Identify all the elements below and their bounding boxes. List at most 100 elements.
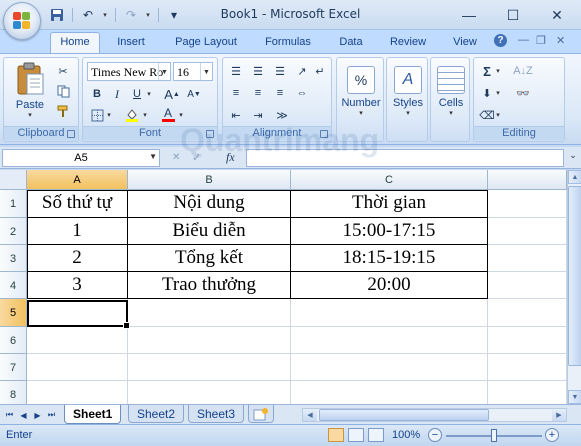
font-color-dropdown[interactable]: ▾: [177, 106, 185, 124]
horizontal-scrollbar[interactable]: ◀ ▶: [302, 408, 567, 422]
tab-home[interactable]: Home: [50, 32, 100, 54]
cell-b6[interactable]: [128, 327, 291, 354]
column-header-b[interactable]: B: [128, 170, 291, 190]
tab-data[interactable]: Data: [332, 33, 370, 53]
office-button[interactable]: [3, 2, 41, 40]
row-header-5[interactable]: 5: [0, 299, 27, 327]
select-all-button[interactable]: [0, 170, 27, 190]
formula-input[interactable]: [246, 149, 564, 167]
styles-button[interactable]: A Styles ▾: [388, 66, 428, 117]
align-center-button[interactable]: ≡: [249, 84, 267, 102]
cell-a7[interactable]: [27, 354, 128, 381]
cell-d1[interactable]: [488, 190, 567, 218]
cell-a3[interactable]: 2: [27, 245, 128, 272]
cell-a8[interactable]: [27, 381, 128, 404]
font-dialog-launcher[interactable]: [206, 130, 214, 138]
cell-c6[interactable]: [291, 327, 488, 354]
zoom-in-button[interactable]: +: [545, 428, 559, 442]
confirm-entry-button[interactable]: ✓: [192, 151, 201, 164]
scroll-left-button[interactable]: ◀: [303, 409, 317, 421]
page-layout-view-button[interactable]: [348, 428, 364, 442]
underline-button[interactable]: U: [128, 85, 146, 103]
clipboard-dialog-launcher[interactable]: [67, 130, 75, 138]
merge-center-button[interactable]: ⇔: [293, 84, 311, 102]
column-header-c[interactable]: C: [291, 170, 488, 190]
cell-a1[interactable]: Số thứ tự: [27, 190, 128, 218]
sort-filter-button[interactable]: A↓Z: [510, 62, 536, 80]
cell-b2[interactable]: Biểu diễn: [128, 218, 291, 245]
vertical-scroll-thumb[interactable]: [568, 186, 581, 366]
orientation-button[interactable]: ↗: [293, 62, 311, 80]
tab-review[interactable]: Review: [382, 33, 434, 53]
tab-formulas[interactable]: Formulas: [256, 33, 320, 53]
cell-d4[interactable]: [488, 272, 567, 299]
cell-d3[interactable]: [488, 245, 567, 272]
cell-b4[interactable]: Trao thưởng: [128, 272, 291, 299]
ribbon-minimize-button[interactable]: —: [518, 34, 529, 46]
prev-sheet-button[interactable]: ◀: [18, 409, 29, 421]
scroll-down-button[interactable]: ▼: [568, 390, 581, 404]
column-header-a[interactable]: A: [27, 170, 128, 190]
page-break-view-button[interactable]: [368, 428, 384, 442]
cell-b1[interactable]: Nội dung: [128, 190, 291, 218]
row-header-7[interactable]: 7: [0, 354, 27, 381]
align-bottom-button[interactable]: ☰: [271, 62, 289, 80]
cancel-entry-button[interactable]: ✕: [172, 152, 180, 163]
cell-b5[interactable]: [128, 299, 291, 327]
paste-button[interactable]: Paste ▾: [10, 62, 50, 119]
fill-color-button[interactable]: [123, 106, 141, 124]
cell-c1[interactable]: Thời gian: [291, 190, 488, 218]
cells-button[interactable]: Cells ▾: [432, 66, 470, 117]
cell-a4[interactable]: 3: [27, 272, 128, 299]
column-header-d[interactable]: [488, 170, 567, 190]
italic-button[interactable]: I: [108, 85, 126, 103]
scroll-up-button[interactable]: ▲: [568, 170, 581, 184]
cell-d8[interactable]: [488, 381, 567, 404]
font-size-combo[interactable]: 16 ▼: [173, 62, 213, 81]
close-button[interactable]: ✕: [535, 0, 579, 30]
cut-button[interactable]: ✂: [54, 62, 72, 80]
align-middle-button[interactable]: ☰: [249, 62, 267, 80]
cell-d6[interactable]: [488, 327, 567, 354]
cell-a6[interactable]: [27, 327, 128, 354]
shrink-font-button[interactable]: A ▼: [185, 85, 203, 103]
fill-color-dropdown[interactable]: ▾: [141, 106, 149, 124]
wrap-text-button[interactable]: ↵: [311, 62, 329, 80]
tab-insert[interactable]: Insert: [108, 33, 154, 53]
cell-d2[interactable]: [488, 218, 567, 245]
text-direction-button[interactable]: ≫: [273, 106, 291, 124]
ribbon-restore-button[interactable]: ❐: [536, 34, 546, 47]
find-select-button[interactable]: 👓: [510, 84, 536, 102]
sheet-tab-2[interactable]: Sheet2: [128, 405, 185, 423]
sheet-tab-1[interactable]: Sheet1: [64, 405, 122, 424]
cell-c8[interactable]: [291, 381, 488, 404]
tab-page-layout[interactable]: Page Layout: [168, 33, 244, 53]
grow-font-button[interactable]: A ▲: [163, 85, 181, 103]
number-button[interactable]: % Number ▾: [339, 66, 383, 117]
zoom-level[interactable]: 100%: [392, 429, 420, 441]
autosum-dropdown[interactable]: ▾: [494, 62, 502, 80]
cell-c4[interactable]: 20:00: [291, 272, 488, 299]
row-header-1[interactable]: 1: [0, 190, 27, 218]
alignment-dialog-launcher[interactable]: [320, 130, 328, 138]
row-header-8[interactable]: 8: [0, 381, 27, 404]
tab-view[interactable]: View: [446, 33, 484, 53]
underline-dropdown[interactable]: ▾: [145, 85, 153, 103]
row-header-6[interactable]: 6: [0, 327, 27, 354]
align-right-button[interactable]: ≡: [271, 84, 289, 102]
align-left-button[interactable]: ≡: [227, 84, 245, 102]
cell-d7[interactable]: [488, 354, 567, 381]
insert-function-button[interactable]: fx: [226, 150, 235, 165]
zoom-slider-thumb[interactable]: [491, 429, 497, 442]
normal-view-button[interactable]: [328, 428, 344, 442]
clear-dropdown[interactable]: ▾: [494, 106, 502, 124]
row-header-4[interactable]: 4: [0, 272, 27, 299]
cell-c7[interactable]: [291, 354, 488, 381]
scroll-right-button[interactable]: ▶: [552, 409, 566, 421]
zoom-out-button[interactable]: −: [428, 428, 442, 442]
last-sheet-button[interactable]: ⏭: [46, 409, 57, 421]
increase-indent-button[interactable]: ⇥: [249, 106, 267, 124]
sheet-tab-3[interactable]: Sheet3: [188, 405, 245, 423]
vertical-scrollbar[interactable]: ▲ ▼: [567, 170, 581, 404]
next-sheet-button[interactable]: ▶: [32, 409, 43, 421]
